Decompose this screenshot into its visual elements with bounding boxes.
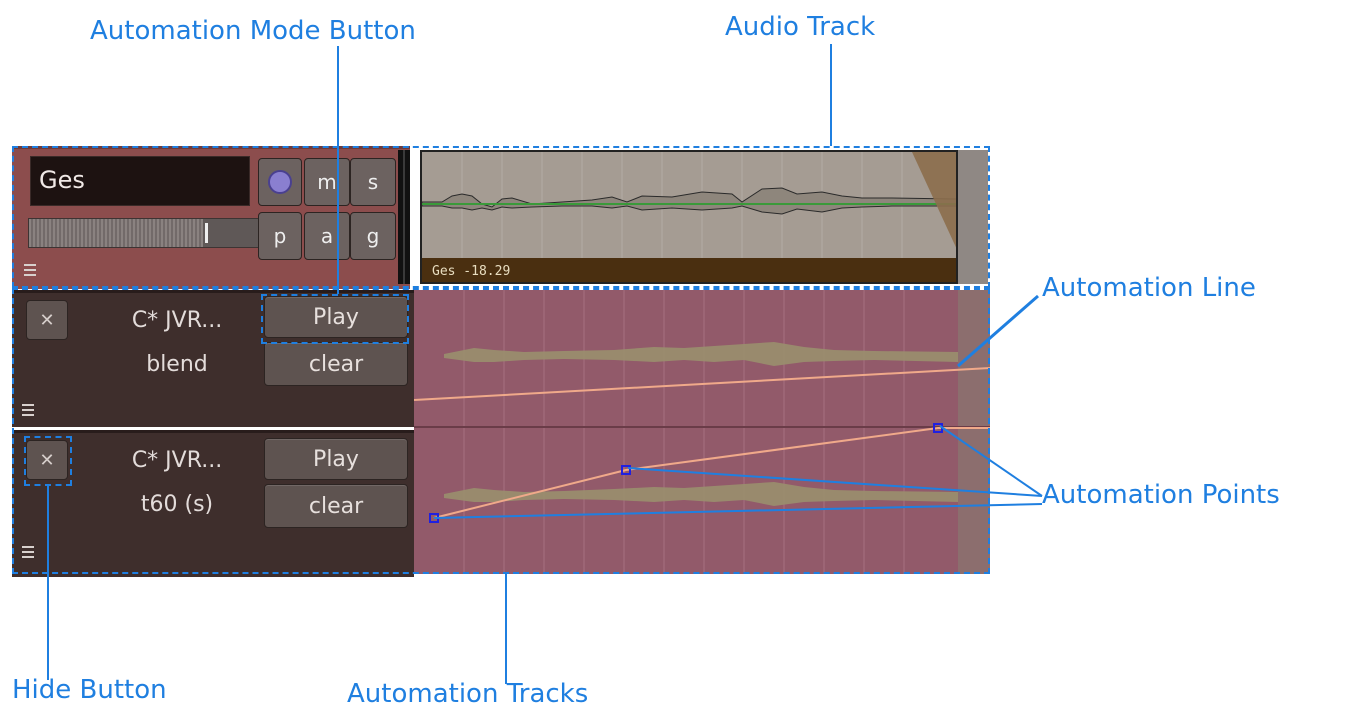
audio-track-highlight	[12, 146, 990, 288]
callout-automation-points: Automation Points	[1042, 480, 1280, 510]
callout-automation-line: Automation Line	[1042, 273, 1256, 303]
callout-hide-button: Hide Button	[12, 675, 167, 705]
callout-automation-tracks: Automation Tracks	[347, 679, 589, 709]
callout-audio-track: Audio Track	[725, 12, 876, 42]
callout-automation-mode-button: Automation Mode Button	[90, 16, 416, 46]
editor-track-area: Ges m s p a g Ges -18.29 ✕ C* JVR... ble…	[12, 146, 990, 577]
automation-mode-button-highlight	[261, 294, 409, 344]
automation-tracks-highlight	[12, 288, 990, 574]
hide-button-highlight	[24, 436, 72, 486]
